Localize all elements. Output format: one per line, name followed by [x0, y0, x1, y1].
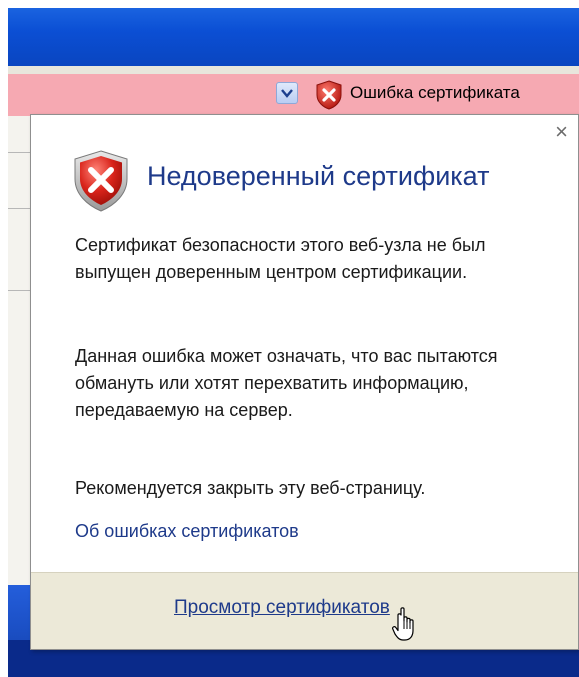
popup-title: Недоверенный сертификат: [147, 161, 490, 191]
security-warning-text: Данная ошибка может означать, что вас пы…: [75, 346, 498, 420]
window-titlebar: [8, 8, 579, 66]
untrusted-certificate-popup: × Недоверенный сертификат Сертификат без…: [30, 114, 579, 650]
shield-error-icon[interactable]: [314, 79, 344, 116]
chevron-down-icon: [281, 89, 293, 98]
address-bar-strip: [8, 66, 579, 74]
top-margin: [0, 0, 579, 8]
close-icon[interactable]: ×: [555, 121, 568, 143]
popup-footer: Просмотр сертификатов: [31, 572, 578, 649]
about-certificate-errors-link[interactable]: Об ошибках сертификатов: [75, 521, 299, 542]
certificate-dropdown-button[interactable]: [276, 82, 298, 104]
divider: [8, 290, 30, 291]
certificate-description: Сертификат безопасности этого веб-узла н…: [75, 235, 486, 282]
left-margin: [0, 0, 8, 677]
view-certificates-link[interactable]: Просмотр сертификатов: [174, 597, 390, 619]
shield-error-icon: [71, 149, 131, 218]
recommendation-text: Рекомендуется закрыть эту веб-страницу.: [75, 478, 426, 498]
divider: [8, 208, 30, 209]
hand-cursor-icon: [392, 607, 422, 648]
certificate-error-bar: Ошибка сертификата: [8, 74, 579, 117]
certificate-error-label[interactable]: Ошибка сертификата: [350, 83, 520, 103]
divider: [8, 152, 30, 153]
